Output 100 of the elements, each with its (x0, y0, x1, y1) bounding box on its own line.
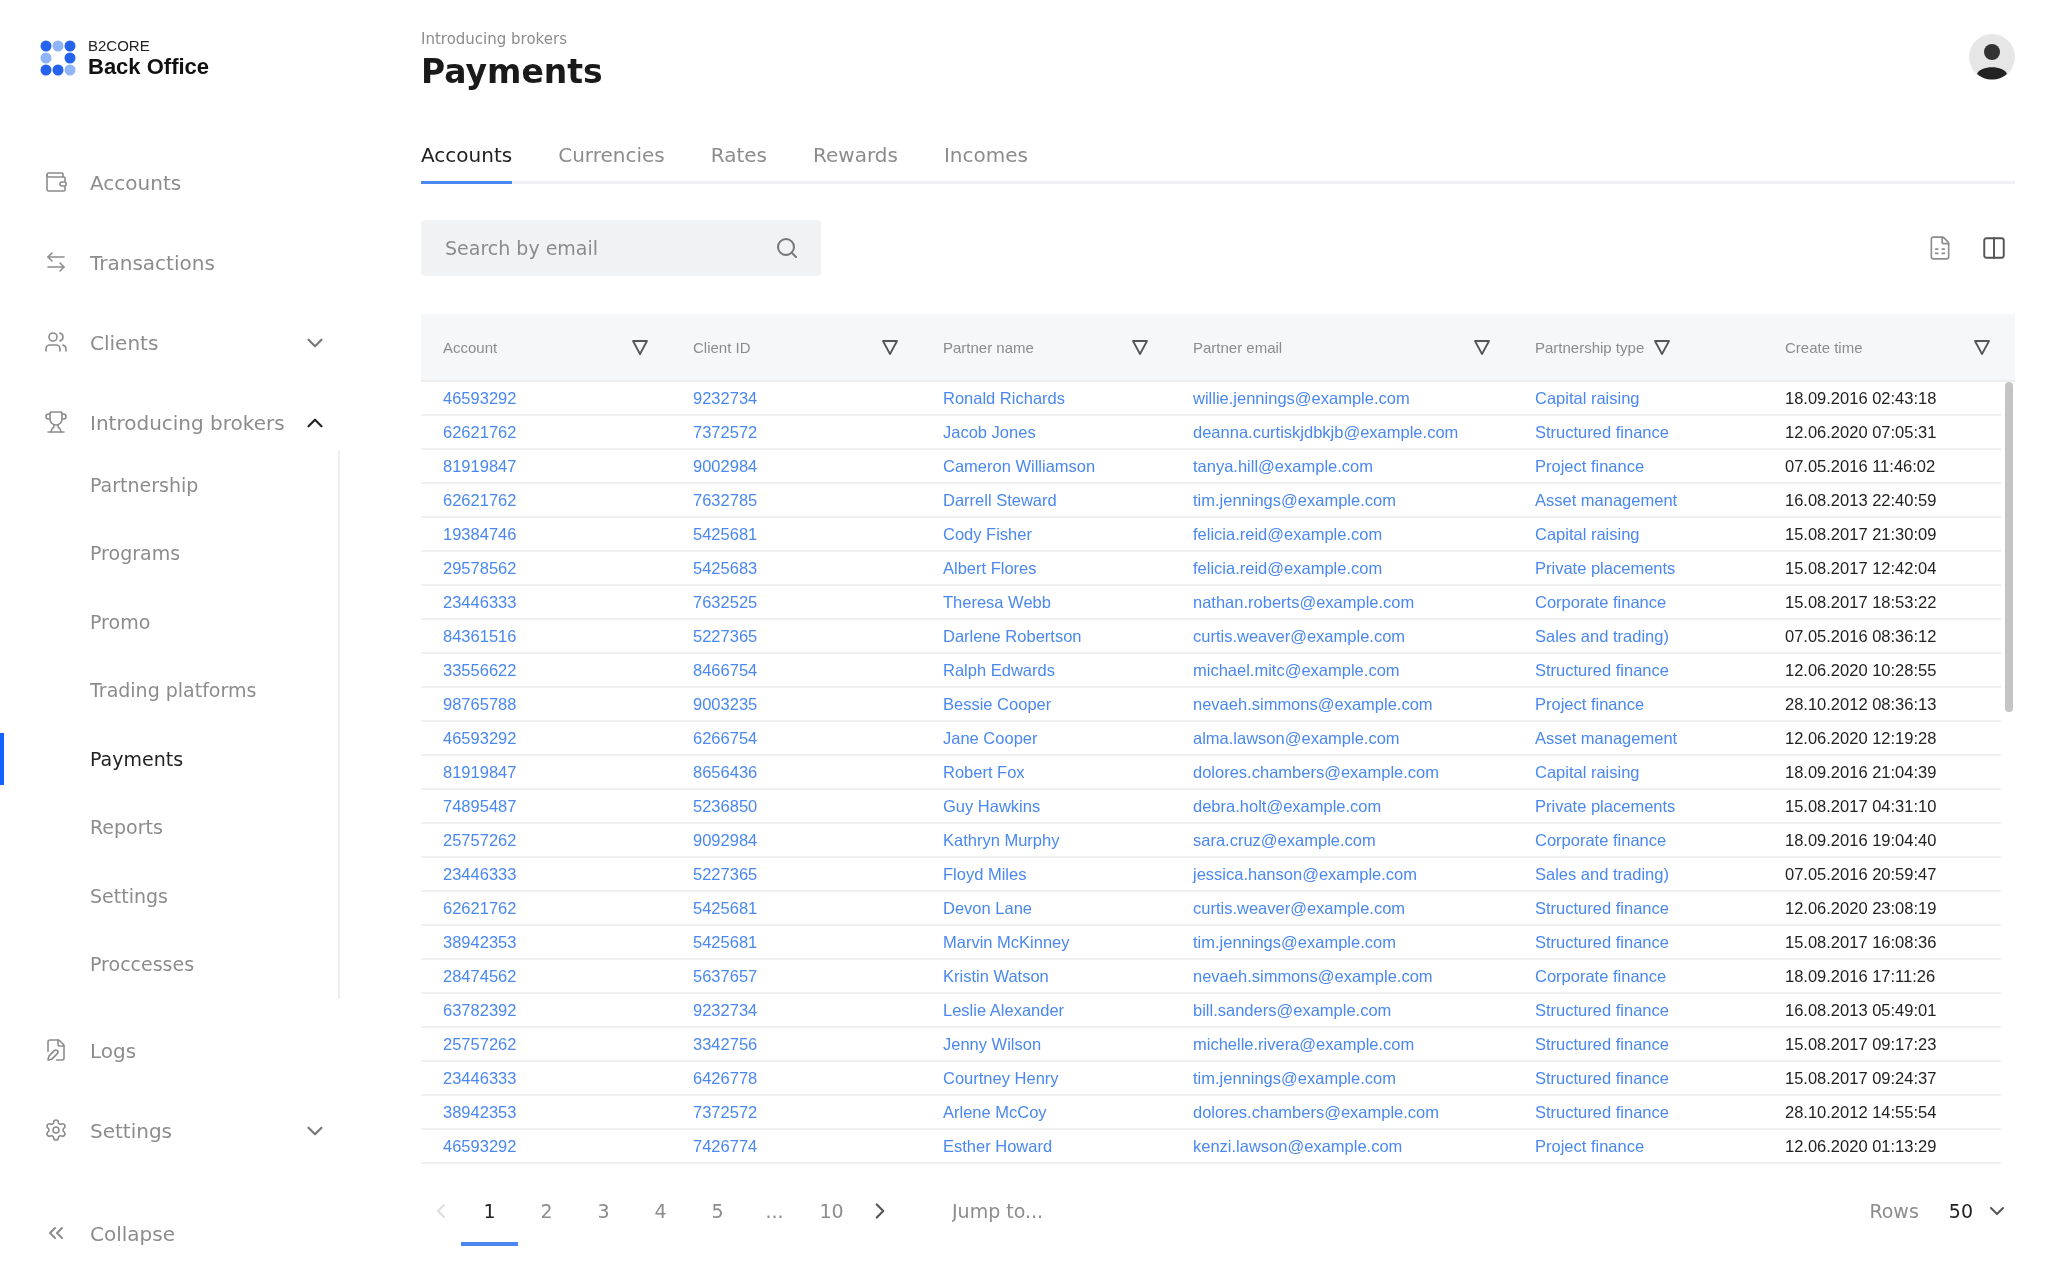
scrollbar-thumb[interactable] (2005, 382, 2013, 712)
table-link[interactable]: 38942353 (421, 1102, 671, 1122)
nav-subitem[interactable]: Promo (90, 610, 151, 633)
table-link[interactable]: Project finance (1513, 694, 1763, 714)
table-link[interactable]: Jacob Jones (921, 422, 1171, 442)
table-link[interactable]: bill.sanders@example.com (1171, 1000, 1513, 1020)
table-link[interactable]: Ronald Richards (921, 388, 1171, 408)
nav-item[interactable]: Settings (90, 1118, 302, 1143)
table-link[interactable]: 6266754 (671, 728, 921, 748)
page-button[interactable]: ... (746, 1176, 803, 1246)
filter-icon[interactable] (1131, 338, 1149, 356)
table-link[interactable]: 5425681 (671, 524, 921, 544)
table-link[interactable]: 98765788 (421, 694, 671, 714)
table-link[interactable]: felicia.reid@example.com (1171, 524, 1513, 544)
table-link[interactable]: Structured finance (1513, 1068, 1763, 1088)
table-link[interactable]: Albert Flores (921, 558, 1171, 578)
table-link[interactable]: alma.lawson@example.com (1171, 728, 1513, 748)
table-link[interactable]: 29578562 (421, 558, 671, 578)
table-link[interactable]: curtis.weaver@example.com (1171, 898, 1513, 918)
filter-icon[interactable] (881, 338, 899, 356)
table-link[interactable]: Structured finance (1513, 660, 1763, 680)
nav-item[interactable]: Accounts (90, 170, 328, 195)
table-link[interactable]: Capital raising (1513, 388, 1763, 408)
table-link[interactable]: 23446333 (421, 864, 671, 884)
nav-subitem[interactable]: Partnership (90, 473, 199, 496)
tab[interactable]: Currencies (558, 135, 665, 184)
nav-subitem[interactable]: Payments (90, 747, 184, 770)
table-link[interactable]: Project finance (1513, 1136, 1763, 1156)
table-link[interactable]: dolores.chambers@example.com (1171, 762, 1513, 782)
tab[interactable]: Accounts (421, 135, 513, 184)
table-link[interactable]: 5425683 (671, 558, 921, 578)
table-link[interactable]: Structured finance (1513, 422, 1763, 442)
table-link[interactable]: Asset management (1513, 490, 1763, 510)
nav-subitem[interactable]: Proccesses (90, 953, 195, 976)
table-link[interactable]: 9232734 (671, 388, 921, 408)
table-link[interactable]: 46593292 (421, 728, 671, 748)
table-link[interactable]: 63782392 (421, 1000, 671, 1020)
table-link[interactable]: 23446333 (421, 592, 671, 612)
avatar[interactable] (1969, 34, 2015, 80)
table-link[interactable]: 3342756 (671, 1034, 921, 1054)
table-link[interactable]: Darrell Steward (921, 490, 1171, 510)
table-link[interactable]: debra.holt@example.com (1171, 796, 1513, 816)
table-link[interactable]: Bessie Cooper (921, 694, 1171, 714)
table-link[interactable]: tim.jennings@example.com (1171, 932, 1513, 952)
filter-icon[interactable] (1973, 338, 1991, 356)
table-link[interactable]: 5425681 (671, 898, 921, 918)
table-link[interactable]: curtis.weaver@example.com (1171, 626, 1513, 646)
table-link[interactable]: Structured finance (1513, 898, 1763, 918)
table-link[interactable]: 46593292 (421, 1136, 671, 1156)
table-link[interactable]: Jenny Wilson (921, 1034, 1171, 1054)
table-link[interactable]: felicia.reid@example.com (1171, 558, 1513, 578)
table-link[interactable]: Corporate finance (1513, 592, 1763, 612)
table-link[interactable]: 7372572 (671, 422, 921, 442)
filter-icon[interactable] (631, 338, 649, 356)
table-link[interactable]: kenzi.lawson@example.com (1171, 1136, 1513, 1156)
table-link[interactable]: 25757262 (421, 830, 671, 850)
filter-icon[interactable] (1653, 338, 1671, 356)
table-link[interactable]: 7426774 (671, 1136, 921, 1156)
search-icon[interactable] (775, 236, 799, 260)
table-link[interactable]: deanna.curtiskjdbkjb@example.com (1171, 422, 1513, 442)
table-link[interactable]: 46593292 (421, 388, 671, 408)
table-link[interactable]: 9002984 (671, 456, 921, 476)
table-link[interactable]: Floyd Miles (921, 864, 1171, 884)
table-link[interactable]: Marvin McKinney (921, 932, 1171, 952)
tab[interactable]: Rates (710, 135, 767, 184)
table-link[interactable]: 7632785 (671, 490, 921, 510)
table-link[interactable]: Cody Fisher (921, 524, 1171, 544)
table-link[interactable]: tim.jennings@example.com (1171, 1068, 1513, 1088)
table-link[interactable]: Theresa Webb (921, 592, 1171, 612)
table-link[interactable]: 7372572 (671, 1102, 921, 1122)
table-link[interactable]: michael.mitc@example.com (1171, 660, 1513, 680)
table-link[interactable]: Arlene McCoy (921, 1102, 1171, 1122)
table-link[interactable]: 5227365 (671, 626, 921, 646)
table-link[interactable]: Corporate finance (1513, 966, 1763, 986)
table-link[interactable]: Project finance (1513, 456, 1763, 476)
table-link[interactable]: michelle.rivera@example.com (1171, 1034, 1513, 1054)
columns-icon[interactable] (1981, 235, 2007, 261)
table-link[interactable]: Kristin Watson (921, 966, 1171, 986)
table-link[interactable]: Structured finance (1513, 932, 1763, 952)
page-button[interactable]: 5 (689, 1176, 746, 1246)
rows-select[interactable]: 50 (1942, 1198, 2015, 1224)
table-link[interactable]: jessica.hanson@example.com (1171, 864, 1513, 884)
table-link[interactable]: 9092984 (671, 830, 921, 850)
table-link[interactable]: Jane Cooper (921, 728, 1171, 748)
table-link[interactable]: Devon Lane (921, 898, 1171, 918)
page-button[interactable]: 3 (575, 1176, 632, 1246)
search-box[interactable]: Search by email (421, 220, 821, 276)
table-link[interactable]: tanya.hill@example.com (1171, 456, 1513, 476)
nav-item[interactable]: Clients (90, 330, 302, 355)
nav-item[interactable]: Logs (90, 1038, 328, 1063)
table-link[interactable]: nevaeh.simmons@example.com (1171, 694, 1513, 714)
table-link[interactable]: 8656436 (671, 762, 921, 782)
table-link[interactable]: Darlene Robertson (921, 626, 1171, 646)
filter-icon[interactable] (1473, 338, 1491, 356)
table-link[interactable]: 23446333 (421, 1068, 671, 1088)
collapse-link[interactable]: Collapse (90, 1222, 175, 1246)
table-link[interactable]: 33556622 (421, 660, 671, 680)
table-link[interactable]: 25757262 (421, 1034, 671, 1054)
table-link[interactable]: Kathryn Murphy (921, 830, 1171, 850)
table-link[interactable]: dolores.chambers@example.com (1171, 1102, 1513, 1122)
